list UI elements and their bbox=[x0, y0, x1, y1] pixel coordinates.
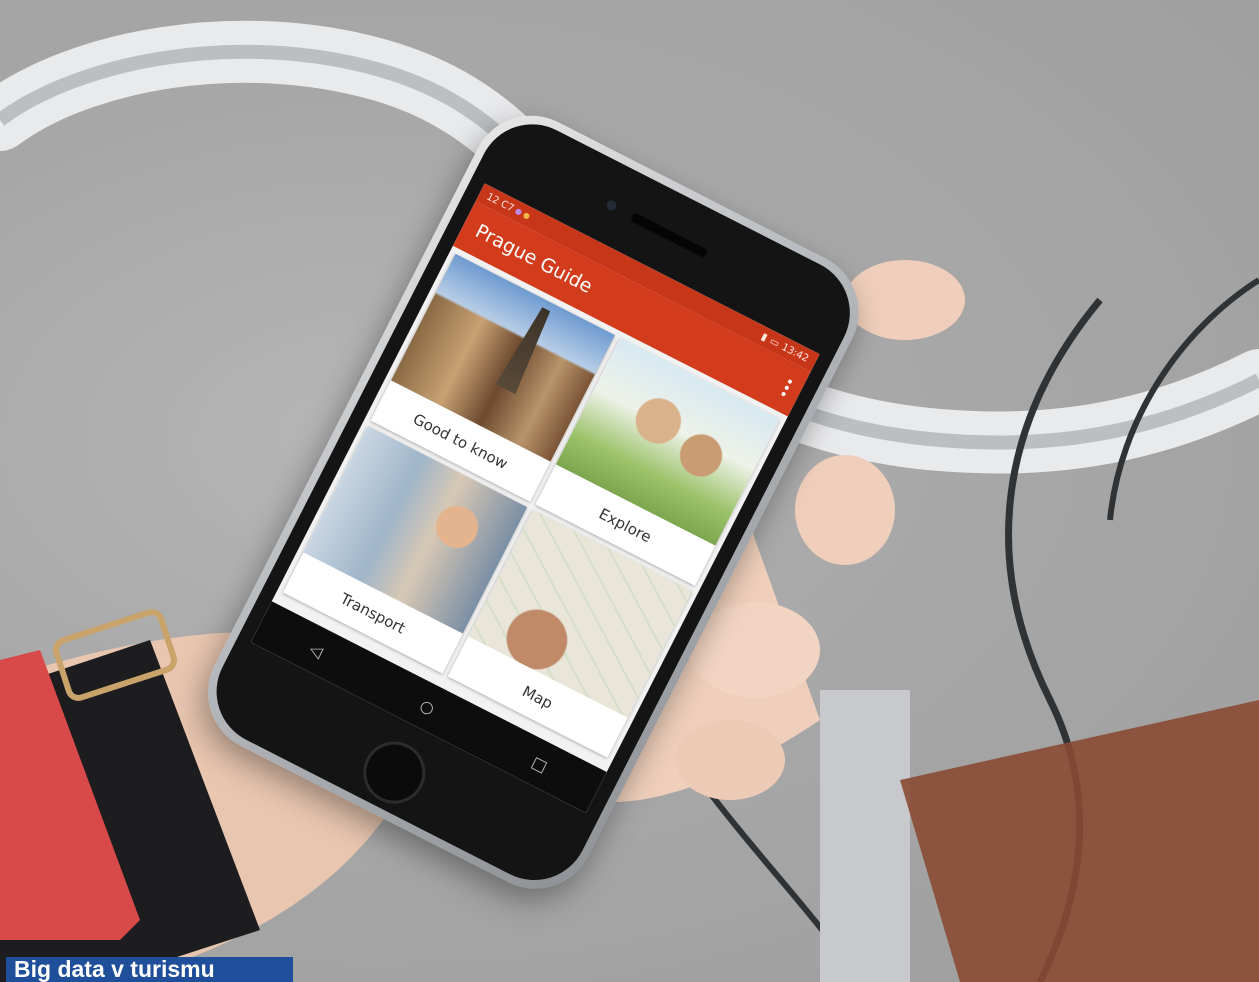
earpiece-speaker bbox=[629, 212, 709, 259]
finger-4 bbox=[675, 720, 785, 800]
recents-square-icon[interactable]: □ bbox=[529, 752, 551, 776]
back-triangle-icon[interactable]: ◁ bbox=[307, 639, 327, 662]
home-circle-icon[interactable]: ○ bbox=[417, 695, 438, 718]
front-camera bbox=[604, 198, 619, 213]
home-button[interactable] bbox=[352, 730, 437, 815]
finger-1 bbox=[845, 260, 965, 340]
battery-icon: ▭ bbox=[767, 335, 782, 350]
finger-2 bbox=[795, 455, 895, 565]
photo-scene: 12 C7 ▮ ▭ 13:42 Prague Guide Good to kno… bbox=[0, 0, 1259, 982]
notification-dot-icon bbox=[522, 211, 531, 221]
caption-banner[interactable]: Big data v turismu bbox=[6, 957, 293, 982]
signal-icon: ▮ bbox=[759, 330, 770, 344]
more-vert-icon[interactable] bbox=[780, 378, 793, 397]
stem bbox=[820, 690, 910, 982]
notification-dot-icon bbox=[514, 207, 523, 216]
